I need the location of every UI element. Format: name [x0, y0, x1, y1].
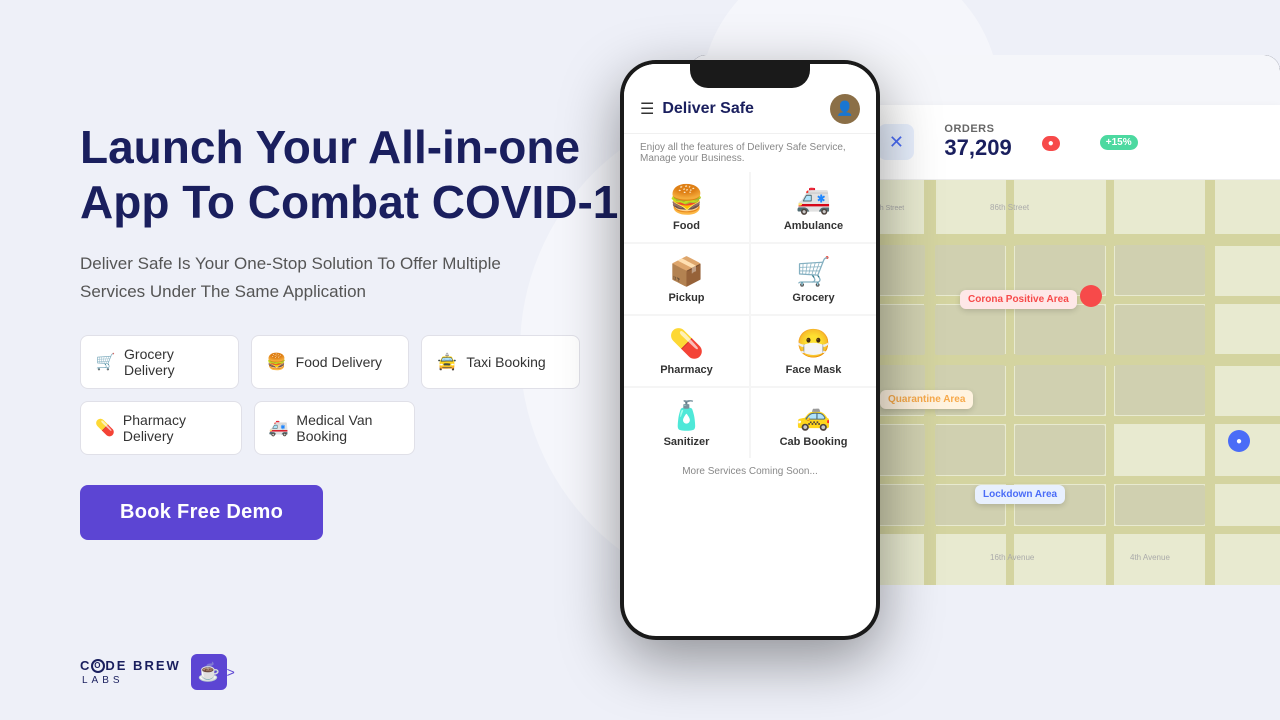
stat-orders: ORDERS 37,209	[944, 123, 1011, 161]
feature-pharmacy[interactable]: 💊 Pharmacy Delivery	[80, 401, 242, 455]
service-pharmacy[interactable]: 💊 Pharmacy	[624, 316, 749, 386]
phone-device: ☰ Deliver Safe 👤 Enjoy all the features …	[620, 60, 880, 640]
map-pin-red-2	[1080, 285, 1102, 307]
phone-screen: ☰ Deliver Safe 👤 Enjoy all the features …	[624, 64, 876, 636]
pharmacy-icon: 💊	[95, 417, 115, 439]
service-cabbooking[interactable]: 🚕 Cab Booking	[751, 388, 876, 458]
growth-badge: +15%	[1100, 135, 1138, 150]
taxi-label: Taxi Booking	[466, 354, 545, 370]
orders-label: ORDERS	[944, 123, 1011, 135]
phone-subtitle: Enjoy all the features of Delivery Safe …	[624, 134, 876, 172]
service-ambulance[interactable]: 🚑 Ambulance	[751, 172, 876, 242]
stat-orders-icon: ✕	[878, 124, 914, 160]
cta-button[interactable]: Book Free Demo	[80, 485, 323, 540]
svg-text:4th Avenue: 4th Avenue	[1130, 553, 1170, 562]
phone-hamburger[interactable]: ☰	[640, 99, 654, 119]
map-pin-blue-3: ●	[1228, 430, 1250, 452]
map-label-quarantine: Quarantine Area	[880, 390, 973, 409]
food-label: Food Delivery	[296, 354, 382, 370]
ambulance-service-icon: 🚑	[796, 186, 831, 214]
feature-taxi[interactable]: 🚖 Taxi Booking	[421, 335, 580, 389]
feature-medical[interactable]: 🚑 Medical Van Booking	[254, 401, 416, 455]
medical-label: Medical Van Booking	[296, 412, 400, 444]
feature-grocery[interactable]: 🛒 Grocery Delivery	[80, 335, 239, 389]
food-service-name: Food	[673, 220, 700, 232]
pharmacy-service-name: Pharmacy	[660, 364, 713, 376]
features-row2: 💊 Pharmacy Delivery 🚑 Medical Van Bookin…	[80, 401, 415, 455]
service-grocery[interactable]: 🛒 Grocery	[751, 244, 876, 314]
main-heading: Launch Your All-in-one App To Combat COV…	[80, 120, 680, 230]
map-label-lockdown: Lockdown Area	[975, 485, 1065, 504]
svg-text:16th Avenue: 16th Avenue	[990, 553, 1035, 562]
right-panel: ☕› ≡ Invoices Promotions Documents Setti…	[620, 0, 1280, 720]
service-sanitizer[interactable]: 🧴 Sanitizer	[624, 388, 749, 458]
stat-badge-plus: +15%	[1100, 135, 1138, 150]
facemask-service-icon: 😷	[796, 330, 831, 358]
grocery-icon: 🛒	[95, 351, 116, 373]
food-icon: 🍔	[266, 351, 288, 373]
badge-percent: ●	[1042, 133, 1060, 151]
features-row1: 🛒 Grocery Delivery 🍔 Food Delivery 🚖 Tax…	[80, 335, 580, 389]
map-label-corona: Corona Positive Area	[960, 290, 1077, 309]
left-panel: Launch Your All-in-one App To Combat COV…	[80, 120, 680, 540]
medical-icon: 🚑	[269, 417, 289, 439]
more-services: More Services Coming Soon...	[624, 458, 876, 485]
food-service-icon: 🍔	[669, 186, 704, 214]
orders-icon: ✕	[878, 124, 914, 160]
ambulance-service-name: Ambulance	[784, 220, 843, 232]
company-logo: CODE BREW LABS ☕	[80, 654, 227, 690]
orders-value: 37,209	[944, 135, 1011, 161]
pharmacy-label: Pharmacy Delivery	[123, 412, 227, 444]
phone-service-grid: 🍔 Food 🚑 Ambulance 📦 Pickup 🛒 Grocery	[624, 172, 876, 458]
pharmacy-service-icon: 💊	[669, 330, 704, 358]
service-facemask[interactable]: 😷 Face Mask	[751, 316, 876, 386]
facemask-service-name: Face Mask	[786, 364, 842, 376]
grocery-service-icon: 🛒	[796, 258, 831, 286]
feature-food[interactable]: 🍔 Food Delivery	[251, 335, 410, 389]
sanitizer-service-name: Sanitizer	[664, 436, 710, 448]
phone-notch	[690, 60, 810, 88]
cab-service-icon: 🚕	[796, 402, 831, 430]
svg-text:86th Street: 86th Street	[990, 203, 1030, 212]
grocery-label: Grocery Delivery	[124, 346, 224, 378]
pickup-service-icon: 📦	[669, 258, 704, 286]
service-food[interactable]: 🍔 Food	[624, 172, 749, 242]
service-pickup[interactable]: 📦 Pickup	[624, 244, 749, 314]
phone-app-name: Deliver Safe	[662, 100, 822, 118]
sub-heading: Deliver Safe Is Your One-Stop Solution T…	[80, 250, 560, 304]
grocery-service-name: Grocery	[792, 292, 834, 304]
logo-icon: ☕	[191, 654, 227, 690]
sanitizer-service-icon: 🧴	[669, 402, 704, 430]
phone-avatar: 👤	[830, 94, 860, 124]
pickup-service-name: Pickup	[668, 292, 704, 304]
cab-service-name: Cab Booking	[780, 436, 848, 448]
taxi-icon: 🚖	[436, 351, 458, 373]
